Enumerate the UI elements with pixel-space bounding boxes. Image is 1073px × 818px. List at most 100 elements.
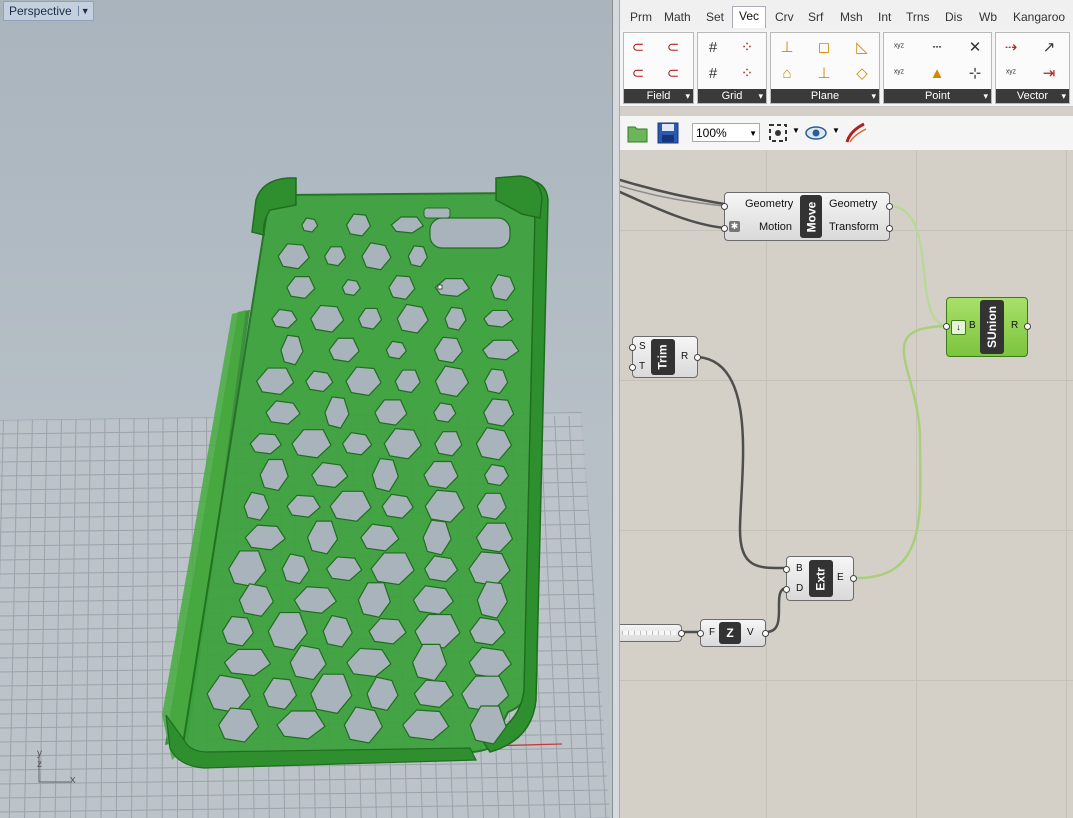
line-charge-icon[interactable]: ⊂	[662, 63, 684, 85]
deconstruct-vector-icon[interactable]: ˣʸᶻ	[1000, 63, 1022, 85]
magnet-pair-icon[interactable]: ⊂	[662, 37, 684, 59]
zoom-extents-icon[interactable]	[766, 121, 790, 145]
wire-unitz-to-extr[interactable]	[764, 586, 788, 634]
chevron-down-icon[interactable]: ▼	[77, 6, 90, 16]
square-grid-icon[interactable]: #	[702, 37, 724, 59]
sketch-pen-icon[interactable]	[844, 121, 868, 145]
input-grip[interactable]	[629, 364, 636, 371]
xy-plane-icon[interactable]: ⌂	[776, 63, 798, 85]
populate-2d-icon[interactable]: ⁘	[736, 37, 758, 59]
input-grip[interactable]	[629, 344, 636, 351]
output-grip[interactable]	[850, 575, 857, 582]
input-grip[interactable]	[783, 566, 790, 573]
axis-y-label: y	[37, 748, 42, 759]
expand-icon[interactable]: ▾	[1061, 89, 1066, 103]
rect-grid-icon[interactable]: #	[702, 63, 724, 85]
tab-crv[interactable]: Crv	[775, 10, 794, 24]
expand-icon[interactable]: ▾	[871, 89, 876, 103]
closest-point-icon[interactable]: ✕	[964, 37, 986, 59]
wire-extr-to-sunion[interactable]	[852, 324, 948, 580]
tab-set[interactable]: Set	[706, 10, 724, 24]
vector-length-icon[interactable]: ⇥	[1038, 63, 1060, 85]
save-file-icon[interactable]	[656, 121, 680, 145]
output-grip[interactable]	[886, 225, 893, 232]
zoom-select[interactable]: 100% ▼	[692, 123, 760, 142]
axis-widget: y z x	[36, 748, 86, 788]
tab-int[interactable]: Int	[878, 10, 891, 24]
grasshopper-canvas[interactable]: Geometry Motion ✱ Move Geometry Transfor…	[620, 150, 1073, 818]
vector-2pt-icon[interactable]: ↗	[1038, 37, 1060, 59]
solid-union-component[interactable]: ↓ B SUnion R	[943, 297, 1031, 357]
output-grip[interactable]	[886, 203, 893, 210]
phone-case-model[interactable]	[162, 175, 549, 769]
trim-component[interactable]: S T Trim R	[629, 336, 701, 378]
group-point-bar[interactable]: Point ▾	[884, 89, 991, 103]
output-grip[interactable]	[762, 630, 769, 637]
wire-trim-to-extr[interactable]	[696, 355, 788, 570]
tab-prm[interactable]: Prm	[630, 10, 652, 24]
tab-kangaroo[interactable]: Kangaroo	[1013, 10, 1065, 24]
move-component[interactable]: Geometry Motion ✱ Move Geometry Transfor…	[721, 192, 893, 241]
plane-origin-icon[interactable]: ⊥	[776, 37, 798, 59]
output-grip[interactable]	[678, 630, 685, 637]
expand-icon[interactable]: ▾	[685, 89, 690, 103]
extrude-component[interactable]: B D Extr E	[783, 556, 857, 601]
tab-trns[interactable]: Trns	[906, 10, 930, 24]
preview-eye-icon[interactable]	[804, 121, 828, 145]
point-groups-icon[interactable]: ⊹	[964, 63, 986, 85]
point-charge-icon[interactable]: ⊂	[627, 63, 649, 85]
axis-x-label: x	[70, 774, 76, 786]
magnet-icon[interactable]: ⊂	[627, 37, 649, 59]
sunion-output-r: R	[1011, 320, 1019, 331]
group-plane-bar[interactable]: Plane ▾	[771, 89, 879, 103]
input-grip[interactable]	[721, 203, 728, 210]
tab-vec[interactable]: Vec	[732, 6, 767, 28]
panel-splitter[interactable]	[612, 0, 620, 818]
construct-point-icon[interactable]: ˣʸᶻ	[888, 37, 910, 59]
tab-wb[interactable]: Wb	[979, 10, 997, 24]
number-slider[interactable]	[620, 624, 685, 642]
group-grid-bar[interactable]: Grid ▾	[698, 89, 766, 103]
expand-icon[interactable]: ▾	[983, 89, 988, 103]
populate-3d-icon[interactable]: ⁘	[736, 63, 758, 85]
input-grip[interactable]	[783, 586, 790, 593]
tab-srf[interactable]: Srf	[808, 10, 823, 24]
plane-normal-icon[interactable]: ◻	[813, 37, 835, 59]
plane-align-icon[interactable]: ◺	[851, 37, 873, 59]
expand-icon[interactable]: ▾	[758, 89, 763, 103]
extr-nickname: Extr	[809, 560, 833, 597]
plane-3pt-icon[interactable]: ⊥	[813, 63, 835, 85]
input-grip[interactable]	[721, 225, 728, 232]
tab-math[interactable]: Math	[664, 10, 691, 24]
chevron-down-icon[interactable]: ▼	[792, 126, 800, 135]
plane-offset-icon[interactable]: ◇	[851, 63, 873, 85]
tab-msh[interactable]: Msh	[840, 10, 863, 24]
chevron-down-icon[interactable]: ▼	[832, 126, 840, 135]
axis-triad-icon	[38, 754, 70, 783]
wire-move-to-sunion[interactable]	[888, 204, 948, 328]
output-grip[interactable]	[694, 354, 701, 361]
group-plane-label: Plane	[810, 90, 840, 102]
group-field-bar[interactable]: Field ▾	[624, 89, 693, 103]
input-grip[interactable]	[943, 323, 950, 330]
slider-track[interactable]	[622, 631, 676, 635]
selection-grip[interactable]	[437, 284, 443, 290]
sunion-input-b: B	[969, 320, 976, 331]
extr-input-d: D	[796, 583, 804, 594]
unit-z-component[interactable]: F Z V	[697, 619, 769, 647]
tab-dis[interactable]: Dis	[945, 10, 962, 24]
sunion-nickname-text: SUnion	[985, 306, 999, 348]
wire-geometry-in[interactable]	[620, 178, 726, 206]
group-grid: # ⁘ # ⁘ Grid ▾	[697, 32, 767, 104]
input-grip[interactable]	[697, 630, 704, 637]
open-file-icon[interactable]	[626, 121, 650, 145]
output-grip[interactable]	[1024, 323, 1031, 330]
group-vector-bar[interactable]: Vector ▾	[996, 89, 1069, 103]
vector-xyz-icon[interactable]: ⇢	[1000, 37, 1022, 59]
viewport-title-button[interactable]: Perspective ▼	[3, 1, 94, 21]
deconstruct-point-icon[interactable]: ˣʸᶻ	[888, 63, 910, 85]
wire-motion-in[interactable]	[620, 190, 726, 230]
rhino-viewport[interactable]: Perspective ▼ y z x	[0, 0, 612, 818]
point-distance-icon[interactable]: ┄	[926, 37, 948, 59]
point-on-plane-icon[interactable]: ▲	[926, 63, 948, 85]
